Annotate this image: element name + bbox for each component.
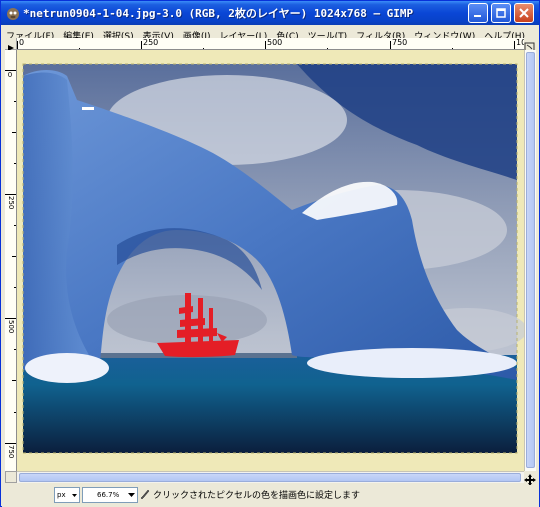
- minimize-icon: [474, 15, 481, 17]
- horizontal-ruler[interactable]: 0 250 500 750 100: [17, 38, 524, 50]
- ruler-label: 0: [7, 71, 13, 79]
- minimize-button[interactable]: [468, 3, 488, 23]
- close-button[interactable]: [514, 3, 534, 23]
- snow-highlight: [82, 107, 94, 110]
- color-picker-icon: [140, 489, 150, 499]
- ice-floe-left: [25, 353, 109, 383]
- window-title: *netrun0904-1-04.jpg-3.0 (RGB, 2枚のレイヤー) …: [23, 7, 414, 20]
- chevron-down-icon: [72, 494, 77, 497]
- status-message-text: クリックされたピクセルの色を描画色に設定します: [153, 491, 361, 501]
- status-message: クリックされたピクセルの色を描画色に設定します: [140, 488, 360, 501]
- ruler-label: 500: [267, 38, 283, 47]
- unit-value: px: [57, 491, 66, 499]
- title-bar[interactable]: *netrun0904-1-04.jpg-3.0 (RGB, 2枚のレイヤー) …: [1, 1, 539, 25]
- ruler-label: 750: [392, 38, 408, 47]
- zoom-selector[interactable]: 66.7%: [82, 487, 138, 503]
- ruler-label: 250: [7, 196, 15, 210]
- close-icon: [519, 8, 529, 18]
- ruler-label: 0: [19, 38, 25, 47]
- maximize-icon: [496, 8, 506, 18]
- navigate-button[interactable]: [524, 471, 536, 486]
- vertical-scrollbar[interactable]: [524, 50, 536, 471]
- maximize-button[interactable]: [491, 3, 511, 23]
- zoom-value: 66.7%: [97, 491, 120, 499]
- ruler-label: 100: [516, 38, 524, 47]
- horizontal-scroll-thumb[interactable]: [19, 473, 521, 482]
- ruler-label: 750: [7, 445, 15, 459]
- vertical-ruler-ticks: [5, 70, 16, 444]
- ruler-label: 250: [143, 38, 159, 47]
- chevron-down-icon: [128, 493, 135, 497]
- gimp-app-icon: [7, 8, 19, 20]
- ruler-label: 500: [7, 320, 15, 334]
- unit-selector[interactable]: px: [54, 487, 80, 503]
- vertical-ruler[interactable]: 0 250 500 750: [5, 50, 17, 471]
- ruler-corner[interactable]: [5, 38, 17, 51]
- status-bar: px 66.7% クリックされたピクセルの色を描画色に設定します: [2, 485, 539, 507]
- zoom-fit-button[interactable]: [524, 38, 536, 52]
- ice-floe-right: [307, 348, 517, 378]
- vertical-scroll-thumb[interactable]: [526, 52, 535, 468]
- quick-mask-toggle[interactable]: [5, 471, 17, 483]
- gimp-image-window: *netrun0904-1-04.jpg-3.0 (RGB, 2枚のレイヤー) …: [0, 0, 540, 507]
- image-canvas[interactable]: [17, 50, 524, 471]
- horizontal-scrollbar[interactable]: [17, 471, 524, 483]
